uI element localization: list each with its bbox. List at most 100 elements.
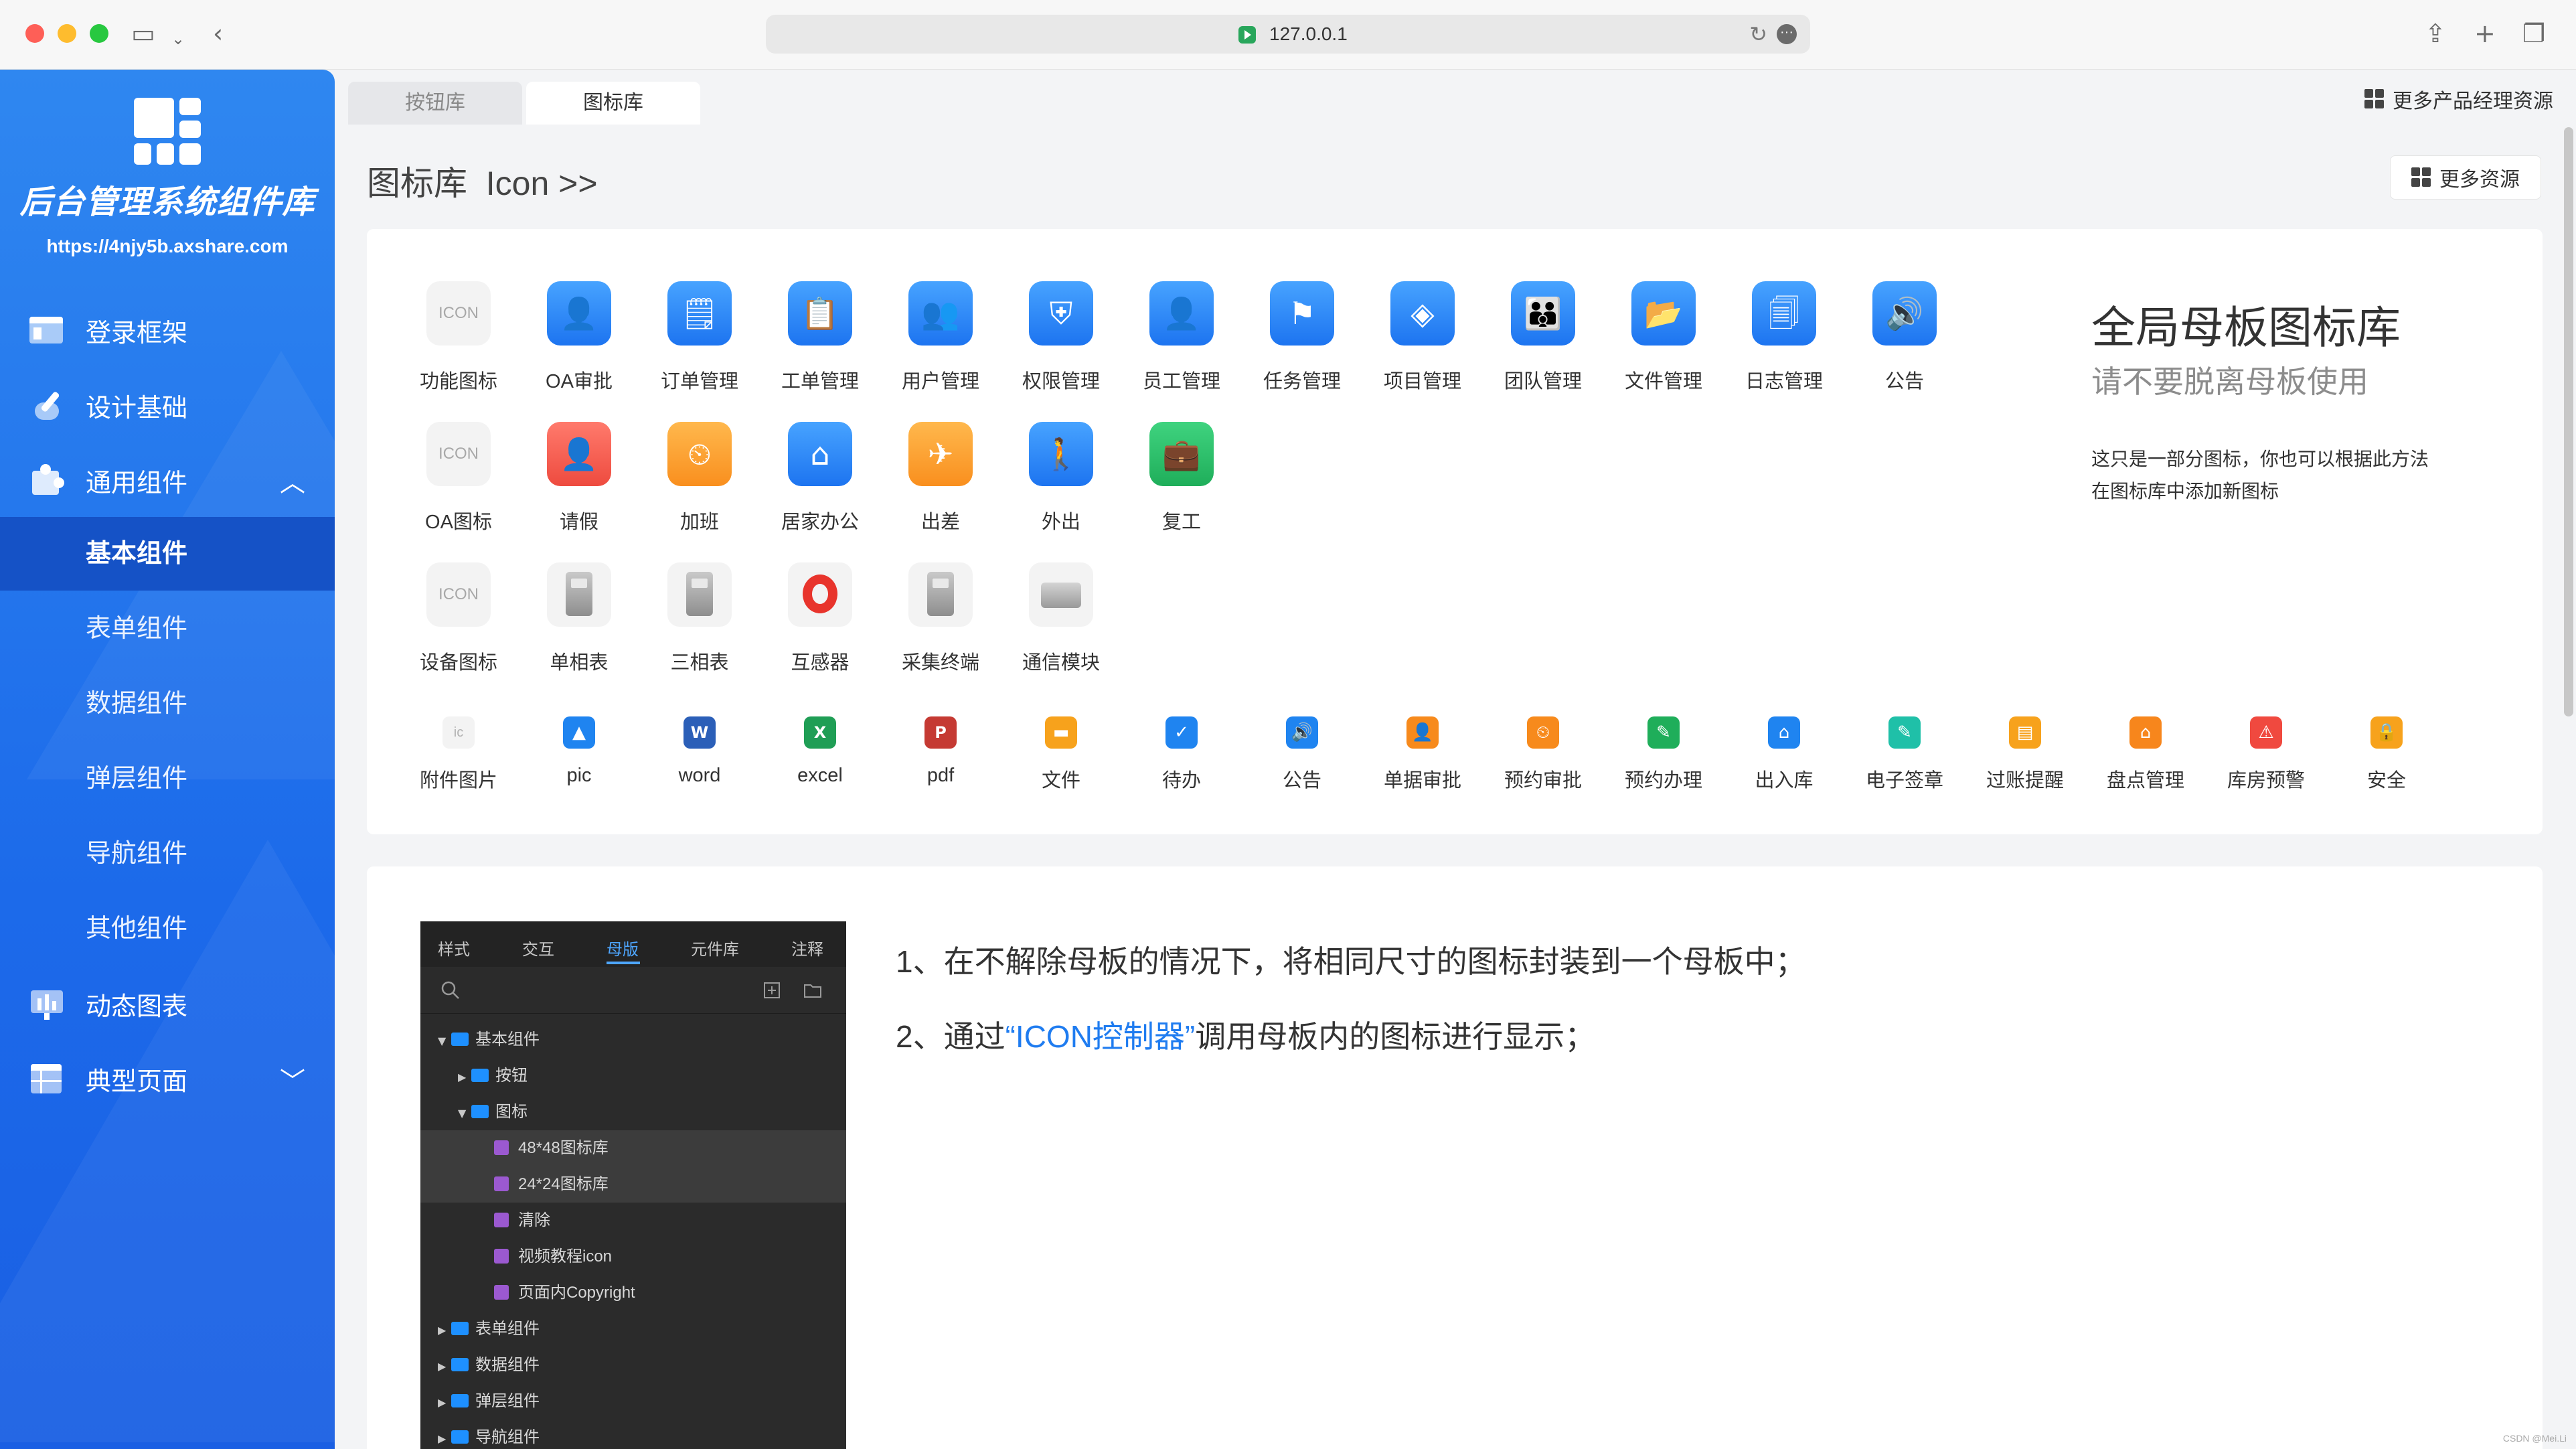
expand-icon[interactable]: ▼ xyxy=(438,1023,451,1059)
icon-cell-notice-small[interactable]: 🔊 公告 xyxy=(1252,700,1352,793)
tree-row[interactable]: ▼ 基本组件 xyxy=(420,1022,846,1058)
icon-cell-log[interactable]: 🗐 日志管理 xyxy=(1734,281,1834,394)
icon-cell-device[interactable]: ICON 设备图标 xyxy=(408,562,509,675)
icon-cell-order[interactable]: 🗒 订单管理 xyxy=(649,281,750,394)
icon-cell-overtime[interactable]: ⏲ 加班 xyxy=(649,422,750,534)
expand-icon[interactable]: ▶ xyxy=(458,1059,471,1095)
sidebar-subitem-popup[interactable]: 弹层组件 xyxy=(0,742,335,816)
chevron-down-icon[interactable]: ⌄ xyxy=(171,24,185,54)
masters-search-input[interactable] xyxy=(420,967,846,1014)
panel-tab-library[interactable]: 元件库 xyxy=(691,936,739,960)
close-window-button[interactable] xyxy=(25,24,44,43)
tree-row[interactable]: ▶ 数据组件 xyxy=(420,1347,846,1383)
chevron-up-icon[interactable]: ︿ xyxy=(280,462,305,499)
tab-icon-library[interactable]: 图标库 xyxy=(526,82,700,125)
tree-row[interactable]: ▼ 图标 xyxy=(420,1094,846,1130)
sidebar-subitem-other[interactable]: 其他组件 xyxy=(0,892,335,966)
add-folder-icon[interactable] xyxy=(803,982,822,999)
share-icon[interactable]: ⇪ xyxy=(2425,19,2446,48)
page-title[interactable]: 图标库 Icon >> xyxy=(367,157,598,205)
icon-cell-oa-approval[interactable]: 👤 OA审批 xyxy=(529,281,629,394)
sidebar-subitem-form[interactable]: 表单组件 xyxy=(0,592,335,666)
tree-row[interactable]: 视频教程icon xyxy=(420,1239,846,1275)
sidebar-item-dynamic-charts[interactable]: 动态图表 xyxy=(0,967,335,1041)
expand-icon[interactable]: ▶ xyxy=(438,1421,451,1449)
tree-row[interactable]: 24*24图标库 xyxy=(420,1166,846,1203)
icon-cell-permission[interactable]: ⛨ 权限管理 xyxy=(1011,281,1111,394)
icon-cell-function[interactable]: ICON 功能图标 xyxy=(408,281,509,394)
more-resources-button[interactable]: 更多资源 xyxy=(2390,155,2541,200)
more-pm-resources-link[interactable]: 更多产品经理资源 xyxy=(2364,84,2553,114)
tree-row[interactable]: ▶ 弹层组件 xyxy=(420,1383,846,1420)
icon-cell-announcement[interactable]: 🔊 公告 xyxy=(1854,281,1955,394)
icon-cell-oa[interactable]: ICON OA图标 xyxy=(408,422,509,534)
back-icon[interactable]: ‹ xyxy=(213,19,223,48)
icon-cell-pdf[interactable]: P pdf xyxy=(890,700,991,787)
tree-row[interactable]: ▶ 表单组件 xyxy=(420,1311,846,1347)
sidebar-item-common-components[interactable]: 通用组件 ︿ xyxy=(0,443,335,517)
expand-icon[interactable]: ▶ xyxy=(438,1385,451,1421)
icon-cell-staff[interactable]: 👤 员工管理 xyxy=(1131,281,1232,394)
tree-row[interactable]: 清除 xyxy=(420,1203,846,1239)
icon-cell-in-out[interactable]: ⌂ 出入库 xyxy=(1734,700,1834,793)
sidebar-subitem-basic[interactable]: 基本组件 xyxy=(0,517,335,591)
sidebar-subitem-navigation[interactable]: 导航组件 xyxy=(0,817,335,891)
address-bar[interactable]: 127.0.0.1 ↻ ··· xyxy=(766,15,1810,54)
tree-row[interactable]: 48*48图标库 xyxy=(420,1130,846,1166)
sidebar-subitem-data[interactable]: 数据组件 xyxy=(0,667,335,741)
sidebar-item-design-basics[interactable]: 设计基础 xyxy=(0,368,335,442)
brand-url[interactable]: https://4njy5b.axshare.com xyxy=(0,236,335,257)
add-master-icon[interactable] xyxy=(763,982,781,999)
icon-cell-resume-work[interactable]: 💼 复工 xyxy=(1131,422,1232,534)
sidebar-toggle-icon[interactable]: ▭ xyxy=(131,19,155,48)
icon-cell-todo[interactable]: ✓ 待办 xyxy=(1131,700,1232,793)
icon-cell-user[interactable]: 👥 用户管理 xyxy=(890,281,991,394)
panel-tab-interaction[interactable]: 交互 xyxy=(522,936,554,960)
icon-cell-three-phase-meter[interactable]: 三相表 xyxy=(649,562,750,675)
reload-icon[interactable]: ↻ xyxy=(1749,21,1767,47)
tab-button-library[interactable]: 按钮库 xyxy=(348,82,522,125)
expand-icon[interactable]: ▼ xyxy=(458,1095,471,1132)
tree-row[interactable]: ▶ 按钮 xyxy=(420,1058,846,1094)
expand-icon[interactable]: ▶ xyxy=(438,1349,451,1385)
icon-cell-task[interactable]: ⚑ 任务管理 xyxy=(1252,281,1352,394)
panel-tab-style[interactable]: 样式 xyxy=(438,936,470,960)
sidebar-item-typical-pages[interactable]: 典型页面 ﹀ xyxy=(0,1042,335,1116)
icon-cell-team[interactable]: 👪 团队管理 xyxy=(1493,281,1593,394)
icon-cell-go-out[interactable]: 🚶 外出 xyxy=(1011,422,1111,534)
icon-cell-pic[interactable]: ▲ pic xyxy=(529,700,629,787)
icon-cell-posting-reminder[interactable]: ▤ 过账提醒 xyxy=(1975,700,2075,793)
tree-row[interactable]: ▶ 导航组件 xyxy=(420,1420,846,1449)
icon-cell-excel[interactable]: X excel xyxy=(770,700,870,787)
tabs-overview-icon[interactable]: ❐ xyxy=(2522,19,2545,48)
icon-cell-work-order[interactable]: 📋 工单管理 xyxy=(770,281,870,394)
icon-cell-inventory[interactable]: ⌂ 盘点管理 xyxy=(2095,700,2196,793)
icon-cell-word[interactable]: W word xyxy=(649,700,750,787)
icon-cell-comm-module[interactable]: 通信模块 xyxy=(1011,562,1111,675)
maximize-window-button[interactable] xyxy=(90,24,108,43)
icon-cell-leave[interactable]: 👤 请假 xyxy=(529,422,629,534)
icon-cell-booking-handle[interactable]: ✎ 预约办理 xyxy=(1613,700,1714,793)
icon-cell-doc-approval[interactable]: 👤 单据审批 xyxy=(1372,700,1473,793)
icon-cell-collector[interactable]: 采集终端 xyxy=(890,562,991,675)
icon-cell-security[interactable]: 🔒 安全 xyxy=(2336,700,2437,793)
panel-tab-masters[interactable]: 母版 xyxy=(607,936,639,960)
icon-cell-storage-warning[interactable]: ⚠ 库房预警 xyxy=(2216,700,2316,793)
icon-cell-file-small[interactable]: ▬ 文件 xyxy=(1011,700,1111,793)
expand-icon[interactable]: ▶ xyxy=(438,1312,451,1349)
sidebar-item-login-frame[interactable]: 登录框架 xyxy=(0,293,335,367)
panel-tab-notes[interactable]: 注释 xyxy=(791,936,823,960)
icon-cell-business-trip[interactable]: ✈ 出差 xyxy=(890,422,991,534)
more-icon[interactable]: ··· xyxy=(1777,24,1797,44)
icon-cell-home-office[interactable]: ⌂ 居家办公 xyxy=(770,422,870,534)
icon-cell-booking-approval[interactable]: ⏲ 预约审批 xyxy=(1493,700,1593,793)
icon-cell-attachment[interactable]: ic 附件图片 xyxy=(408,700,509,793)
chevron-down-icon[interactable]: ﹀ xyxy=(280,1061,305,1097)
page-scrollbar[interactable] xyxy=(2564,127,2573,716)
new-tab-icon[interactable]: + xyxy=(2474,19,2496,48)
icon-cell-single-phase-meter[interactable]: 单相表 xyxy=(529,562,629,675)
icon-cell-transformer[interactable]: 互感器 xyxy=(770,562,870,675)
icon-cell-project[interactable]: ◈ 项目管理 xyxy=(1372,281,1473,394)
tree-row[interactable]: 页面内Copyright xyxy=(420,1275,846,1311)
minimize-window-button[interactable] xyxy=(58,24,76,43)
